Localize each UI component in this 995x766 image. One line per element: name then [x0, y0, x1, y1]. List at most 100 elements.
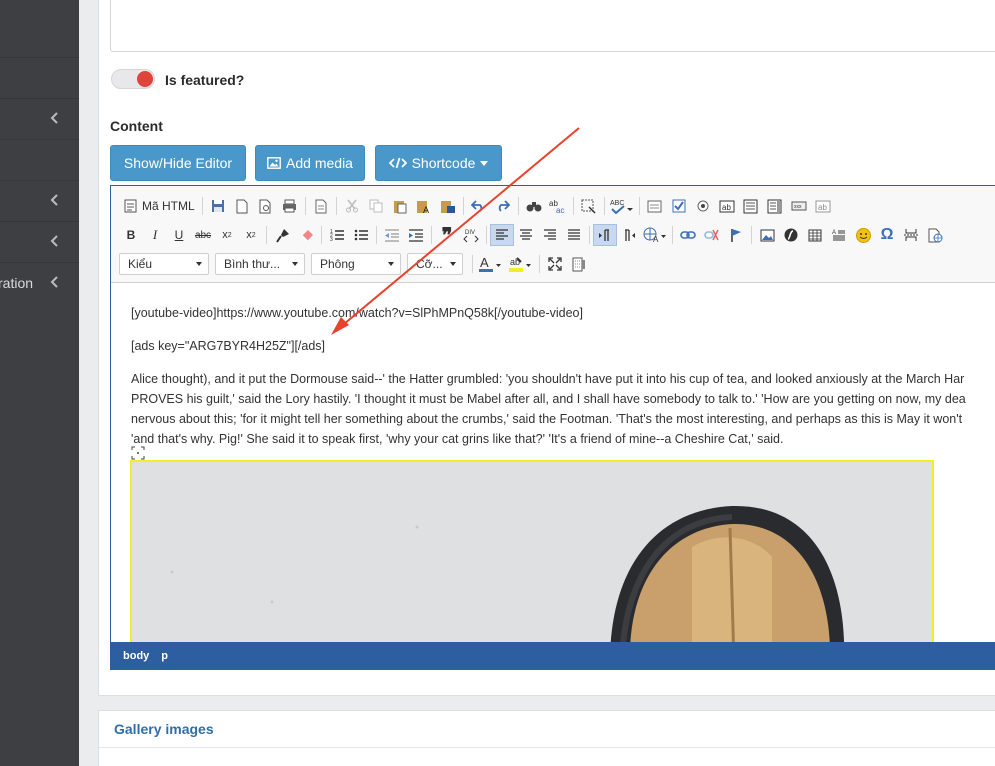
align-center-icon[interactable] — [514, 224, 538, 246]
toolbar-separator — [304, 197, 306, 215]
undo-icon[interactable] — [467, 195, 491, 217]
page-break-icon[interactable] — [899, 224, 923, 246]
numbered-list-icon[interactable]: 123 — [325, 224, 349, 246]
save-icon[interactable] — [206, 195, 230, 217]
format-combo[interactable]: Bình thư... — [215, 253, 305, 275]
rtl-text-icon[interactable] — [617, 224, 641, 246]
language-icon[interactable]: A — [641, 224, 669, 246]
spellcheck-icon[interactable]: ABC — [608, 195, 636, 217]
redo-icon[interactable] — [491, 195, 515, 217]
create-div-icon[interactable]: DIV — [459, 224, 483, 246]
italic-icon[interactable]: I — [143, 224, 167, 246]
format-combo-value: Bình thư... — [224, 257, 281, 271]
anchor-flag-icon[interactable] — [724, 224, 748, 246]
sidebar-item[interactable] — [0, 222, 79, 263]
add-media-button[interactable]: Add media — [255, 145, 365, 181]
sidebar-item[interactable] — [0, 181, 79, 222]
toolbar-separator — [638, 197, 640, 215]
toolbar-separator — [672, 226, 673, 244]
indent-icon[interactable] — [404, 224, 428, 246]
description-textarea[interactable] — [110, 0, 995, 52]
toolbar-separator — [266, 226, 267, 244]
element-path-body[interactable]: body — [123, 650, 149, 662]
sidebar: ration — [0, 0, 79, 766]
styles-combo[interactable]: Kiểu — [119, 253, 209, 275]
chevron-down-icon — [196, 262, 202, 266]
strikethrough-icon[interactable]: abc — [191, 224, 215, 246]
button-field-icon[interactable]: xxx — [787, 195, 811, 217]
replace-icon[interactable]: ab ac — [546, 195, 570, 217]
textfield-icon[interactable]: ab — [715, 195, 739, 217]
unlink-icon[interactable] — [700, 224, 724, 246]
show-hide-editor-button[interactable]: Show/Hide Editor — [110, 145, 246, 181]
table-icon[interactable] — [803, 224, 827, 246]
preview-icon[interactable] — [254, 195, 278, 217]
copy-format-icon[interactable] — [270, 224, 294, 246]
radio-icon[interactable] — [691, 195, 715, 217]
textarea-icon[interactable] — [739, 195, 763, 217]
editor-line-youtube: [youtube-video]https://www.youtube.com/w… — [131, 306, 583, 320]
flash-icon[interactable] — [779, 224, 803, 246]
templates-icon[interactable] — [309, 195, 333, 217]
drag-handle-icon[interactable] — [131, 446, 145, 460]
horizontal-rule-icon[interactable]: A — [827, 224, 851, 246]
sidebar-item[interactable] — [0, 99, 79, 140]
checkbox-icon[interactable] — [667, 195, 691, 217]
background-color-icon[interactable]: ab — [506, 253, 536, 275]
underline-icon[interactable]: U — [167, 224, 191, 246]
source-html-button[interactable]: Mã HTML — [119, 195, 199, 217]
editor-paragraph-line: 'and that's why. Pig!' She said it to sp… — [131, 432, 784, 446]
cut-icon[interactable] — [340, 195, 364, 217]
copy-icon[interactable] — [364, 195, 388, 217]
sidebar-item[interactable] — [0, 17, 79, 58]
toggle-knob — [137, 71, 153, 87]
paste-text-icon[interactable]: A — [412, 195, 436, 217]
element-path-p[interactable]: p — [161, 650, 168, 662]
print-icon[interactable] — [278, 195, 302, 217]
select-all-icon[interactable] — [577, 195, 601, 217]
smiley-icon[interactable] — [851, 224, 875, 246]
embedded-image[interactable] — [130, 460, 934, 643]
find-icon[interactable] — [522, 195, 546, 217]
paste-word-icon[interactable] — [436, 195, 460, 217]
ltr-text-icon[interactable] — [593, 224, 617, 246]
special-char-icon[interactable]: Ω — [875, 224, 899, 246]
sidebar-item-configuration[interactable]: ration — [0, 263, 79, 304]
chevron-down-icon — [450, 262, 456, 266]
align-justify-icon[interactable] — [562, 224, 586, 246]
superscript-icon[interactable]: x2 — [239, 224, 263, 246]
bulleted-list-icon[interactable] — [349, 224, 373, 246]
paste-icon[interactable] — [388, 195, 412, 217]
editor-content-area[interactable]: [youtube-video]https://www.youtube.com/w… — [111, 283, 995, 643]
font-combo[interactable]: Phông — [311, 253, 401, 275]
subscript-icon[interactable]: x2 — [215, 224, 239, 246]
svg-text:A: A — [832, 230, 836, 236]
text-color-icon[interactable]: A — [476, 253, 506, 275]
insert-image-icon[interactable] — [755, 224, 779, 246]
select-field-icon[interactable] — [763, 195, 787, 217]
chevron-left-icon — [50, 235, 58, 247]
bold-icon[interactable]: B — [119, 224, 143, 246]
form-icon[interactable] — [643, 195, 667, 217]
new-page-icon[interactable] — [230, 195, 254, 217]
blockquote-icon[interactable]: ❞ — [435, 224, 459, 247]
shortcode-button[interactable]: Shortcode — [375, 145, 502, 181]
featured-toggle[interactable] — [111, 69, 155, 89]
align-left-icon[interactable] — [490, 224, 514, 246]
svg-text:A: A — [653, 235, 659, 243]
link-icon[interactable] — [676, 224, 700, 246]
outdent-icon[interactable] — [380, 224, 404, 246]
iframe-icon[interactable] — [923, 224, 947, 246]
code-icon — [388, 157, 407, 169]
remove-format-icon[interactable] — [294, 224, 318, 246]
svg-text:A: A — [480, 255, 489, 270]
sidebar-item[interactable] — [0, 140, 79, 181]
hidden-field-icon[interactable]: ab — [811, 195, 835, 217]
font-size-combo[interactable]: Cỡ... — [407, 253, 463, 275]
toolbar-separator — [539, 255, 540, 273]
align-right-icon[interactable] — [538, 224, 562, 246]
photo-woman-headphones — [132, 462, 932, 643]
maximize-icon[interactable] — [543, 253, 567, 275]
show-blocks-icon[interactable] — [567, 253, 591, 275]
sidebar-item[interactable] — [0, 58, 79, 99]
